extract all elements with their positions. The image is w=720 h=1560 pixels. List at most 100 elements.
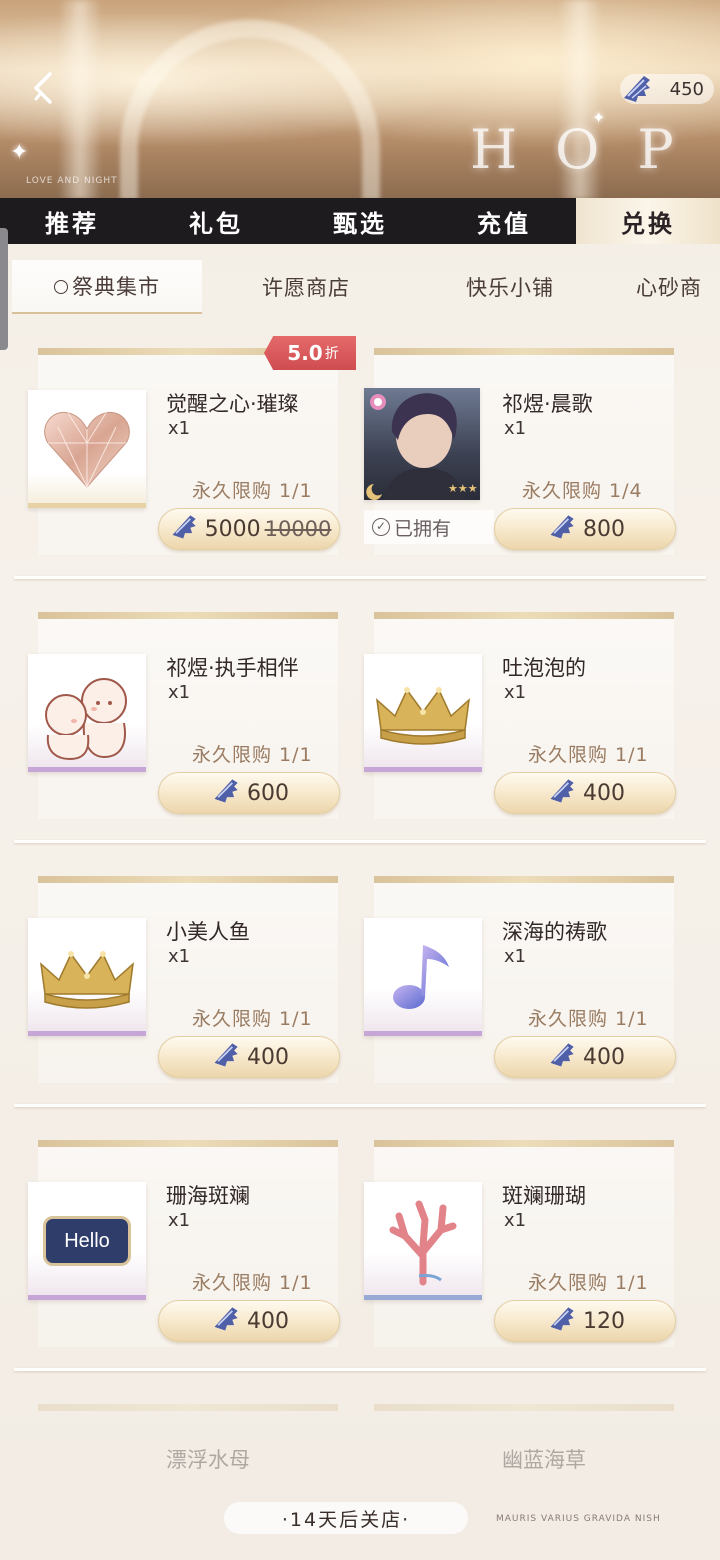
buy-button[interactable]: 600 bbox=[158, 772, 340, 814]
shop-item-card[interactable]: 深海的祷歌 x1 永久限购 1/1 400 bbox=[364, 876, 676, 1086]
tab-gift-pack[interactable]: 礼包 bbox=[144, 198, 288, 244]
rarity-strip bbox=[28, 767, 146, 772]
subtab-happy-shop[interactable]: 快乐小铺 bbox=[410, 260, 610, 314]
original-price: 10000 bbox=[264, 517, 332, 541]
price-value: 400 bbox=[247, 1044, 289, 1070]
shell-icon bbox=[545, 774, 581, 812]
item-name: 珊海斑斓 bbox=[166, 1184, 250, 1208]
buy-button[interactable]: 5000 10000 bbox=[158, 508, 340, 550]
discount-badge: 5.0 折 bbox=[264, 336, 356, 370]
tab-exchange[interactable]: 兑换 bbox=[576, 198, 720, 244]
svg-text:★★★: ★★★ bbox=[448, 482, 478, 495]
item-thumbnail[interactable] bbox=[364, 918, 482, 1036]
sparkle-icon: ✦ bbox=[592, 108, 606, 127]
shell-icon bbox=[616, 68, 656, 113]
card-top-bar bbox=[374, 612, 674, 619]
item-quantity: x1 bbox=[504, 682, 527, 703]
purchase-limit: 永久限购 1/1 bbox=[528, 744, 649, 766]
check-circle-icon: ✓ bbox=[372, 518, 390, 536]
item-name: 觉醒之心·璀璨 bbox=[166, 392, 299, 416]
price-value: 400 bbox=[247, 1308, 289, 1334]
back-button[interactable] bbox=[28, 68, 68, 112]
card-top-bar bbox=[374, 1404, 674, 1411]
diamond-heart-icon bbox=[44, 411, 130, 489]
shop-item-card[interactable]: Hello 珊海斑斓 x1 永久限购 1/1 400 bbox=[28, 1140, 340, 1350]
side-handle[interactable] bbox=[0, 228, 8, 350]
shop-item-card[interactable]: ★★★ ✓ 已拥有 祁煜·晨歌 x1 永久限购 1/4 800 bbox=[364, 348, 676, 558]
subtab-label: 快乐小铺 bbox=[466, 276, 554, 300]
shell-icon bbox=[209, 1038, 245, 1076]
rarity-strip bbox=[28, 1031, 146, 1036]
item-name: 斑斓珊瑚 bbox=[502, 1184, 586, 1208]
item-name: 祁煜·晨歌 bbox=[502, 392, 593, 416]
item-thumbnail[interactable] bbox=[28, 654, 146, 772]
item-name: 深海的祷歌 bbox=[502, 920, 607, 944]
clock-icon bbox=[54, 280, 68, 294]
card-top-bar bbox=[374, 876, 674, 883]
item-quantity: x1 bbox=[504, 1210, 527, 1231]
item-thumbnail[interactable] bbox=[28, 390, 146, 508]
buy-button[interactable]: 400 bbox=[494, 1036, 676, 1078]
hello-frame-text: Hello bbox=[64, 1229, 110, 1252]
item-name: 祁煜·执手相伴 bbox=[166, 656, 299, 680]
currency-balance[interactable]: 450 bbox=[620, 74, 714, 104]
shelf-divider bbox=[14, 1368, 706, 1371]
shop-item-card[interactable]: 斑斓珊瑚 x1 永久限购 1/1 120 bbox=[364, 1140, 676, 1350]
character-portrait: ★★★ bbox=[366, 393, 478, 500]
shop-item-card[interactable]: 祁煜·执手相伴 x1 永久限购 1/1 600 bbox=[28, 612, 340, 822]
chibi-couple-icon bbox=[45, 678, 127, 761]
shop-item-card[interactable]: 小美人鱼 x1 永久限购 1/1 400 bbox=[28, 876, 340, 1086]
shop-item-card[interactable]: 漂浮水母 bbox=[28, 1404, 338, 1504]
subtab-wish-shop[interactable]: 许愿商店 bbox=[202, 260, 410, 314]
purchase-limit: 永久限购 1/1 bbox=[528, 1008, 649, 1030]
buy-button[interactable]: 120 bbox=[494, 1300, 676, 1342]
purchase-limit: 永久限购 1/1 bbox=[192, 744, 313, 766]
item-thumbnail[interactable]: Hello bbox=[28, 1182, 146, 1300]
subtab-festival-market[interactable]: 祭典集市 bbox=[12, 260, 202, 314]
buy-button[interactable]: 400 bbox=[158, 1036, 340, 1078]
discount-value: 5.0 bbox=[287, 341, 323, 365]
shop-title-decoration: HOP bbox=[470, 118, 712, 181]
tab-recommend[interactable]: 推荐 bbox=[0, 198, 144, 244]
purchase-limit: 永久限购 1/1 bbox=[192, 1272, 313, 1294]
buy-button[interactable]: 400 bbox=[158, 1300, 340, 1342]
card-top-bar bbox=[38, 1140, 338, 1147]
rarity-strip bbox=[364, 1031, 482, 1036]
card-top-bar bbox=[374, 348, 674, 355]
item-thumbnail[interactable] bbox=[28, 918, 146, 1036]
shelf-divider bbox=[14, 840, 706, 843]
shop-item-card[interactable]: 幽蓝海草 bbox=[364, 1404, 674, 1504]
price-value: 400 bbox=[583, 1044, 625, 1070]
owned-label: 已拥有 bbox=[394, 517, 452, 540]
rarity-strip bbox=[364, 1295, 482, 1300]
item-thumbnail[interactable]: ★★★ bbox=[364, 388, 480, 500]
buy-button[interactable]: 400 bbox=[494, 772, 676, 814]
shop-item-card[interactable]: 觉醒之心·璀璨 x1 永久限购 1/1 5000 10000 bbox=[28, 348, 340, 558]
item-name: 漂浮水母 bbox=[166, 1448, 250, 1472]
item-thumbnail[interactable] bbox=[364, 1182, 482, 1300]
shop-header-banner: 450 HOP ✦ ✦ LOVE AND NIGHT bbox=[0, 0, 720, 200]
shell-icon bbox=[209, 1302, 245, 1340]
footer-deco-text: MAURIS VARIUS GRAVIDA NISH bbox=[496, 1514, 661, 1524]
subtab-heart-sand-shop[interactable]: 心砂商 bbox=[610, 260, 720, 314]
subtab-label: 心砂商 bbox=[636, 276, 702, 300]
golden-crown-icon bbox=[39, 951, 135, 1009]
item-quantity: x1 bbox=[504, 946, 527, 967]
music-note-icon bbox=[393, 945, 449, 1009]
sub-tab-bar: 祭典集市 许愿商店 快乐小铺 心砂商 bbox=[12, 260, 720, 314]
card-top-bar bbox=[374, 1140, 674, 1147]
item-name: 小美人鱼 bbox=[166, 920, 250, 944]
tab-recharge[interactable]: 充值 bbox=[432, 198, 576, 244]
tab-selection[interactable]: 甄选 bbox=[288, 198, 432, 244]
hello-frame-icon: Hello bbox=[43, 1216, 131, 1266]
subtab-label: 祭典集市 bbox=[72, 275, 160, 299]
card-top-bar bbox=[38, 1404, 338, 1411]
shell-icon bbox=[167, 510, 203, 548]
shelf-divider bbox=[14, 1104, 706, 1107]
header-arch-decoration bbox=[120, 20, 380, 200]
shop-item-card[interactable]: 吐泡泡的 x1 永久限购 1/1 400 bbox=[364, 612, 676, 822]
buy-button[interactable]: 800 bbox=[494, 508, 676, 550]
item-thumbnail[interactable] bbox=[364, 654, 482, 772]
shelf-divider bbox=[14, 576, 706, 579]
discount-unit: 折 bbox=[324, 346, 339, 362]
